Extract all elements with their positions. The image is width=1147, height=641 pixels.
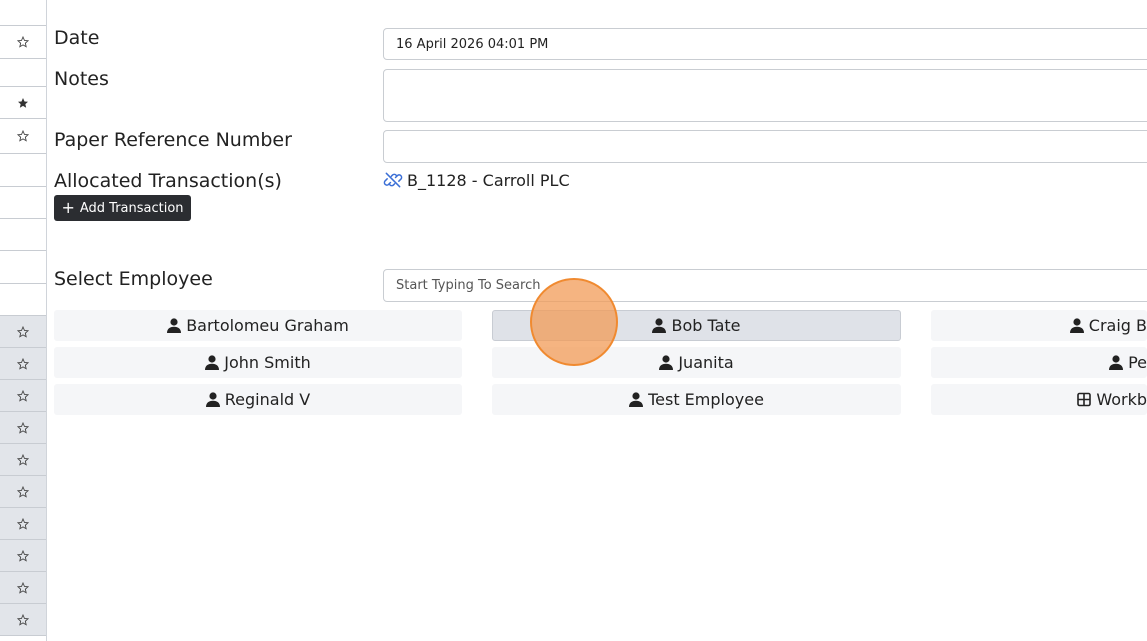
paper-reference-label: Paper Reference Number — [54, 129, 292, 151]
add-transaction-button[interactable]: + Add Transaction — [54, 195, 191, 221]
star-outline-icon[interactable] — [17, 357, 29, 370]
person-icon — [205, 355, 220, 370]
employee-button-selected[interactable]: Bob Tate — [492, 310, 901, 341]
employee-name: Juanita — [678, 353, 734, 372]
person-icon — [652, 318, 667, 333]
star-row — [0, 219, 46, 251]
star-outline-icon[interactable] — [17, 389, 29, 402]
date-field[interactable]: 16 April 2026 04:01 PM — [383, 28, 1147, 60]
person-icon — [205, 392, 220, 407]
notes-label: Notes — [54, 68, 109, 90]
employee-button[interactable]: John Smith — [54, 347, 462, 378]
star-row[interactable] — [0, 604, 46, 636]
employee-name: Test Employee — [648, 390, 764, 409]
employee-search-input[interactable] — [396, 278, 1140, 293]
star-outline-icon[interactable] — [17, 517, 29, 530]
star-row[interactable] — [0, 540, 46, 572]
add-transaction-label: Add Transaction — [79, 200, 184, 216]
star-row[interactable] — [0, 26, 46, 59]
person-icon — [167, 318, 182, 333]
star-row[interactable] — [0, 380, 46, 412]
notes-field[interactable] — [383, 69, 1147, 122]
star-row[interactable] — [0, 348, 46, 380]
star-row[interactable] — [0, 572, 46, 604]
star-filled-icon[interactable] — [17, 97, 29, 109]
star-outline-icon[interactable] — [17, 485, 29, 498]
employee-name: Pe — [1128, 353, 1147, 372]
select-employee-label: Select Employee — [54, 268, 213, 290]
employee-name: Craig B — [1088, 316, 1147, 335]
star-row — [0, 154, 46, 187]
star-row[interactable] — [0, 444, 46, 476]
employee-button[interactable]: Bartolomeu Graham — [54, 310, 462, 341]
date-label: Date — [54, 27, 100, 49]
allocated-transaction-text: B_1128 - Carroll PLC — [407, 170, 570, 190]
person-icon — [1109, 355, 1124, 370]
employee-button[interactable]: Juanita — [492, 347, 901, 378]
star-row[interactable] — [0, 412, 46, 444]
employee-name: Bartolomeu Graham — [186, 316, 349, 335]
star-row[interactable] — [0, 476, 46, 508]
grid-icon — [1077, 392, 1092, 407]
employee-button[interactable]: Reginald V — [54, 384, 462, 415]
star-row — [0, 284, 46, 316]
person-icon — [629, 392, 644, 407]
employee-button[interactable]: Pe — [931, 347, 1147, 378]
employee-name: John Smith — [224, 353, 311, 372]
plus-icon: + — [61, 198, 75, 217]
star-row[interactable] — [0, 119, 46, 154]
employee-search-field[interactable] — [383, 269, 1147, 302]
star-outline-icon[interactable] — [17, 549, 29, 562]
transaction-form-page: Date 16 April 2026 04:01 PM Notes Paper … — [0, 0, 1147, 641]
unlink-icon[interactable] — [383, 170, 403, 190]
employee-name: Reginald V — [224, 390, 311, 409]
employee-button[interactable]: Craig B — [931, 310, 1147, 341]
person-icon — [1069, 318, 1084, 333]
star-outline-icon[interactable] — [17, 130, 29, 142]
workbench-button[interactable]: Workb — [931, 384, 1147, 415]
star-row[interactable] — [0, 87, 46, 119]
star-row[interactable] — [0, 508, 46, 540]
star-outline-icon[interactable] — [17, 421, 29, 434]
allocated-transactions-label: Allocated Transaction(s) — [54, 170, 282, 192]
star-row — [0, 0, 46, 26]
star-outline-icon[interactable] — [17, 325, 29, 338]
star-row — [0, 187, 46, 219]
favorites-column — [0, 0, 47, 641]
allocated-transaction-item[interactable]: B_1128 - Carroll PLC — [383, 169, 570, 191]
star-row — [0, 251, 46, 284]
person-icon — [659, 355, 674, 370]
star-row — [0, 59, 46, 87]
employee-name: Bob Tate — [671, 316, 741, 335]
employee-button[interactable]: Test Employee — [492, 384, 901, 415]
employee-name: Workb — [1096, 390, 1147, 409]
star-outline-icon[interactable] — [17, 581, 29, 594]
star-row[interactable] — [0, 316, 46, 348]
paper-reference-field[interactable] — [383, 130, 1147, 163]
star-outline-icon[interactable] — [17, 36, 29, 48]
date-value: 16 April 2026 04:01 PM — [396, 36, 549, 52]
star-outline-icon[interactable] — [17, 453, 29, 466]
star-outline-icon[interactable] — [17, 613, 29, 626]
